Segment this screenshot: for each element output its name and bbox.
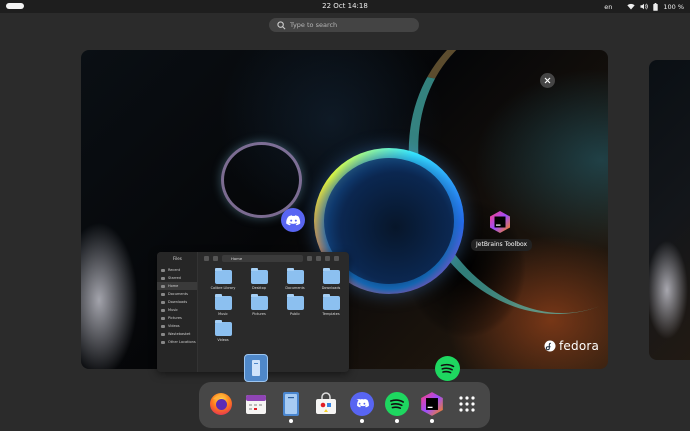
folder-item[interactable]: Pictures bbox=[241, 294, 277, 316]
dock-item-discord[interactable] bbox=[348, 390, 376, 423]
folder-icon bbox=[250, 268, 268, 284]
folder-icon bbox=[322, 294, 340, 310]
folder-icon bbox=[250, 294, 268, 310]
dock-item-calendar[interactable] bbox=[242, 390, 270, 418]
keyboard-layout-indicator[interactable]: en bbox=[604, 3, 612, 11]
running-indicator bbox=[289, 419, 293, 423]
folder-item[interactable]: Calibre Library bbox=[205, 268, 241, 290]
fedora-logo: fedora bbox=[544, 339, 599, 353]
system-tray[interactable]: en 100 % bbox=[604, 1, 684, 12]
files-icon bbox=[252, 360, 260, 376]
folder-grid: Calibre Library Desktop Documents Downlo… bbox=[205, 268, 349, 342]
spotify-window-thumbnail[interactable] bbox=[435, 356, 460, 381]
firefox-icon bbox=[210, 393, 232, 415]
dock-item-files[interactable] bbox=[277, 390, 305, 423]
sidebar-item-music[interactable]: Music bbox=[157, 306, 197, 314]
folder-item[interactable]: Documents bbox=[277, 268, 313, 290]
sidebar-item-videos[interactable]: Videos bbox=[157, 322, 197, 330]
sidebar-item-other-locations[interactable]: Other Locations bbox=[157, 338, 197, 346]
jetbrains-toolbox-window-label: JetBrains Toolbox bbox=[471, 239, 533, 251]
search-input[interactable] bbox=[290, 21, 410, 29]
folder-item[interactable]: Desktop bbox=[241, 268, 277, 290]
back-button[interactable] bbox=[204, 255, 209, 261]
folder-icon bbox=[286, 294, 304, 310]
jetbrains-toolbox-icon bbox=[490, 211, 510, 233]
folder-item[interactable]: Downloads bbox=[313, 268, 349, 290]
sidebar-item-wastebasket[interactable]: Wastebasket bbox=[157, 330, 197, 338]
files-app-title: Files bbox=[173, 256, 182, 261]
dock bbox=[199, 382, 490, 428]
window-close-button[interactable] bbox=[334, 255, 339, 261]
calendar-icon bbox=[246, 395, 266, 414]
wallpaper-small-bubble bbox=[221, 142, 302, 218]
software-icon bbox=[316, 392, 336, 414]
folder-item[interactable]: Videos bbox=[205, 320, 241, 342]
clock[interactable]: 22 Oct 14:18 bbox=[0, 1, 690, 12]
sidebar-item-starred[interactable]: Starred bbox=[157, 274, 197, 282]
folder-item[interactable]: Music bbox=[205, 294, 241, 316]
close-workspace-button[interactable] bbox=[540, 73, 555, 88]
search-bar[interactable] bbox=[269, 18, 419, 32]
spotify-icon bbox=[385, 392, 409, 416]
files-window-app-icon bbox=[244, 354, 268, 382]
search-icon bbox=[277, 20, 286, 29]
running-indicator bbox=[430, 419, 434, 423]
next-workspace-thumbnail[interactable] bbox=[649, 60, 690, 360]
files-sidebar: Files Recent Starred Home Documents Down… bbox=[157, 252, 198, 372]
battery-icon bbox=[653, 2, 659, 11]
folder-icon bbox=[322, 268, 340, 284]
menu-button[interactable] bbox=[325, 255, 330, 261]
battery-percentage: 100 % bbox=[663, 2, 684, 11]
spotify-icon bbox=[440, 363, 455, 374]
forward-button[interactable] bbox=[213, 255, 218, 261]
fedora-icon bbox=[544, 340, 556, 352]
sidebar-item-recent[interactable]: Recent bbox=[157, 266, 197, 274]
jetbrains-toolbox-window-thumbnail[interactable] bbox=[488, 210, 512, 234]
wifi-icon bbox=[627, 3, 636, 10]
sidebar-item-downloads[interactable]: Downloads bbox=[157, 298, 197, 306]
dock-item-jetbrains-toolbox[interactable] bbox=[418, 390, 446, 423]
folder-icon bbox=[214, 268, 232, 284]
discord-icon bbox=[350, 392, 374, 416]
sidebar-item-documents[interactable]: Documents bbox=[157, 290, 197, 298]
sidebar-item-pictures[interactable]: Pictures bbox=[157, 314, 197, 322]
dock-item-spotify[interactable] bbox=[383, 390, 411, 423]
running-indicator bbox=[360, 419, 364, 423]
view-toggle-button[interactable] bbox=[316, 255, 321, 261]
fedora-wordmark: fedora bbox=[559, 339, 600, 353]
show-apps-button[interactable] bbox=[453, 390, 481, 418]
discord-icon bbox=[285, 214, 300, 225]
search-button[interactable] bbox=[307, 255, 312, 261]
folder-icon bbox=[286, 268, 304, 284]
dock-item-firefox[interactable] bbox=[207, 390, 235, 418]
close-icon bbox=[544, 77, 551, 84]
folder-icon bbox=[214, 294, 232, 310]
folder-item[interactable]: Templates bbox=[313, 294, 349, 316]
dock-item-software[interactable] bbox=[312, 390, 340, 418]
top-bar: 22 Oct 14:18 en 100 % bbox=[0, 0, 690, 13]
folder-icon bbox=[214, 320, 232, 336]
discord-window-thumbnail[interactable] bbox=[281, 208, 305, 232]
path-bar[interactable]: Home bbox=[222, 254, 303, 262]
volume-icon bbox=[640, 3, 649, 10]
jetbrains-toolbox-icon bbox=[421, 392, 443, 416]
files-icon bbox=[283, 392, 299, 416]
app-grid-icon bbox=[459, 396, 475, 412]
files-header-bar: Home bbox=[198, 252, 349, 264]
sidebar-item-home[interactable]: Home bbox=[157, 282, 197, 290]
folder-item[interactable]: Public bbox=[277, 294, 313, 316]
running-indicator bbox=[395, 419, 399, 423]
